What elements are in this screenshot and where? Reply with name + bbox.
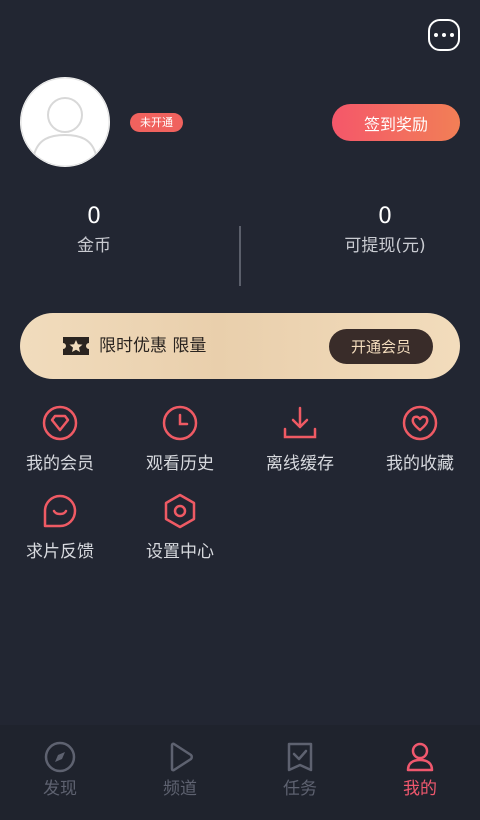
tab-label: 任务	[283, 779, 317, 799]
coins-label: 金币	[77, 236, 111, 256]
vip-status-badge: 未开通	[130, 113, 183, 132]
avatar[interactable]	[20, 77, 110, 167]
tab-label: 频道	[163, 779, 197, 799]
withdrawable-stat[interactable]: 0 可提现(元)	[285, 200, 480, 258]
signin-reward-button[interactable]: 签到奖励	[332, 104, 460, 141]
diamond-icon	[42, 405, 78, 441]
coins-value: 0	[87, 204, 101, 229]
tab-label: 发现	[43, 779, 77, 799]
default-avatar-icon	[20, 77, 110, 167]
menu-item-my-vip[interactable]: 我的会员	[0, 405, 120, 475]
menu-item-history[interactable]: 观看历史	[120, 405, 240, 475]
vip-promo-banner[interactable]: 限时优惠 限量 开通会员	[20, 313, 460, 379]
menu-item-favorites[interactable]: 我的收藏	[360, 405, 480, 475]
dot	[442, 33, 446, 37]
compass-icon	[44, 741, 76, 773]
task-check-icon	[287, 742, 313, 772]
feedback-chat-icon	[43, 494, 77, 528]
menu-label: 观看历史	[146, 454, 214, 474]
menu-label: 我的收藏	[386, 454, 454, 474]
tab-discover[interactable]: 发现	[0, 741, 120, 801]
menu-label: 我的会员	[26, 454, 94, 474]
play-icon	[170, 742, 193, 772]
menu-label: 求片反馈	[26, 542, 94, 562]
menu-item-feedback[interactable]: 求片反馈	[0, 493, 120, 563]
more-options-button[interactable]	[428, 19, 460, 51]
settings-hexagon-icon	[164, 493, 196, 529]
menu-item-settings[interactable]: 设置中心	[120, 493, 240, 563]
stats-divider	[239, 226, 241, 286]
open-vip-button[interactable]: 开通会员	[329, 329, 433, 364]
dot	[434, 33, 438, 37]
tab-channel[interactable]: 频道	[120, 741, 240, 801]
tab-tasks[interactable]: 任务	[240, 741, 360, 801]
vip-promo-text: 限时优惠 限量	[99, 336, 207, 356]
download-icon	[283, 406, 317, 439]
bottom-tab-bar: 发现 频道 任务 我的	[0, 725, 480, 820]
menu-label: 离线缓存	[266, 454, 334, 474]
menu-label: 设置中心	[146, 542, 214, 562]
withdrawable-value: 0	[378, 204, 392, 229]
dot	[450, 33, 454, 37]
user-icon	[406, 742, 434, 772]
tab-label: 我的	[403, 779, 437, 799]
menu-item-offline-cache[interactable]: 离线缓存	[240, 405, 360, 475]
tab-mine[interactable]: 我的	[360, 741, 480, 801]
coins-stat[interactable]: 0 金币	[0, 200, 194, 258]
heart-icon	[402, 405, 438, 441]
star-ticket-icon	[63, 337, 89, 355]
clock-icon	[162, 405, 198, 441]
withdrawable-label: 可提现(元)	[344, 236, 426, 256]
